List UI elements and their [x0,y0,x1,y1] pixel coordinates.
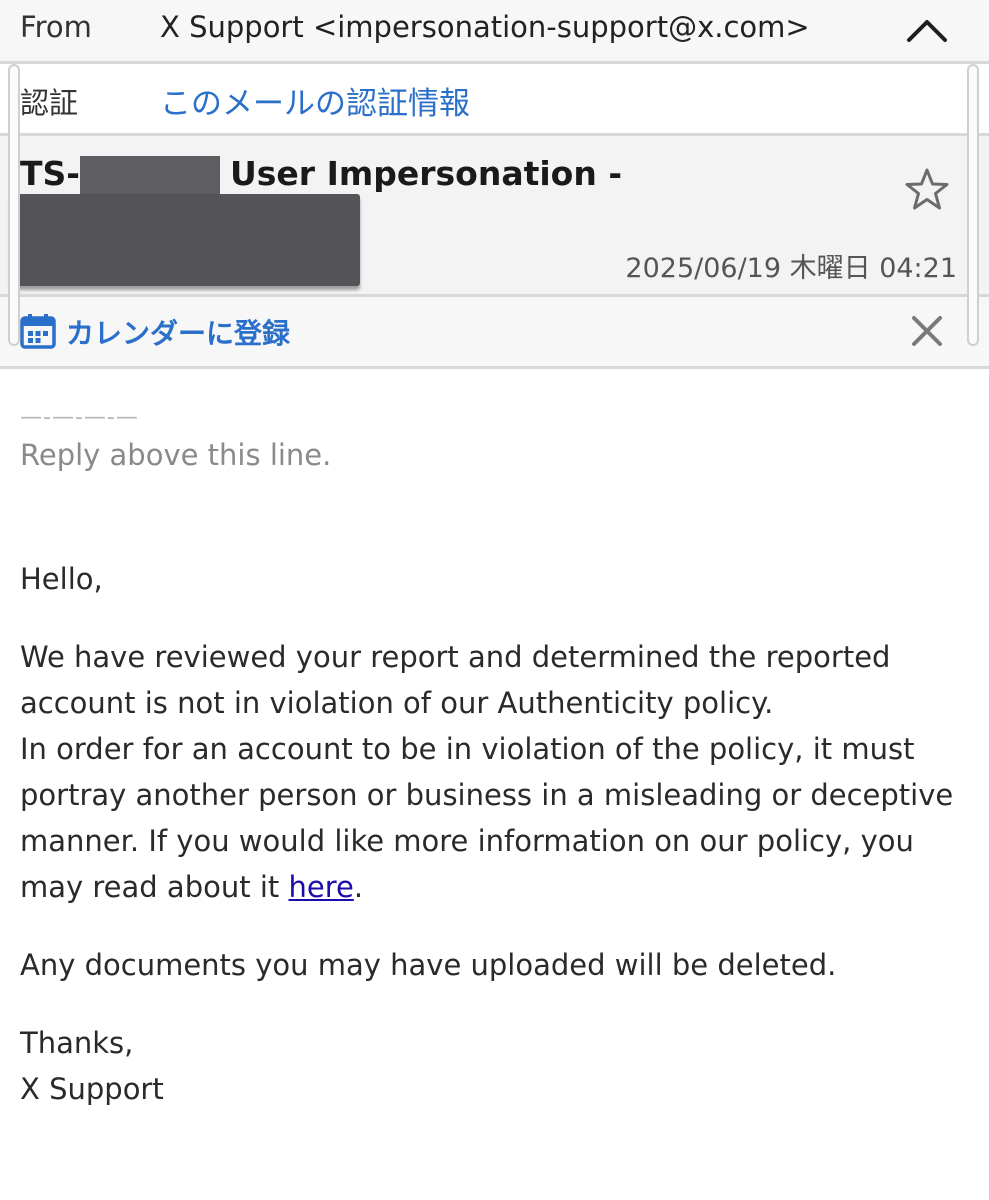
scroll-rail [8,64,20,346]
closing: Thanks, [20,1026,134,1060]
email-date: 2025/06/19 木曜日 04:21 [625,253,957,284]
closing-block: Thanks, X Support [20,1020,970,1112]
calendar-icon[interactable] [20,313,56,349]
reply-above-line: Reply above this line. [20,438,332,472]
add-to-calendar-link[interactable]: カレンダーに登録 [66,312,290,352]
close-icon[interactable] [911,315,943,347]
star-icon[interactable] [903,166,951,214]
auth-label: 認証 [20,86,79,120]
from-row: From X Support <impersonation-support@x.… [0,0,989,62]
divider [0,366,989,369]
paragraph-text: In order for an account to be in violati… [20,726,970,910]
email-body: —-—-—-— Reply above this line. Hello, We… [20,398,970,1112]
paragraph-text: In order for an account to be in violati… [20,732,954,904]
paragraph-text: . [353,870,364,904]
body-paragraph: Any documents you may have uploaded will… [20,948,837,982]
policy-link[interactable]: here [288,870,353,904]
auth-row: 認証 このメールの認証情報 [0,64,989,134]
redaction-box [80,156,220,196]
subject-prefix: TS- [20,154,80,193]
chevron-up-icon[interactable] [905,16,949,44]
signature: X Support [20,1072,164,1106]
body-paragraph: We have reviewed your report and determi… [20,634,970,910]
subject-row: TS- User Impersonation - 2025/06/19 木曜日 0… [0,136,989,294]
paragraph-text: We have reviewed your report and determi… [20,640,891,720]
redaction-box [10,194,360,286]
scrollbar[interactable] [967,64,979,346]
subject-text: User Impersonation - [229,154,623,193]
email-view: From X Support <impersonation-support@x.… [0,0,989,1200]
sender-address: X Support <impersonation-support@x.com> [160,10,810,44]
calendar-row: カレンダーに登録 [0,297,989,367]
greeting: Hello, [20,562,103,596]
from-label: From [20,10,92,44]
auth-info-link[interactable]: このメールの認証情報 [160,78,470,123]
